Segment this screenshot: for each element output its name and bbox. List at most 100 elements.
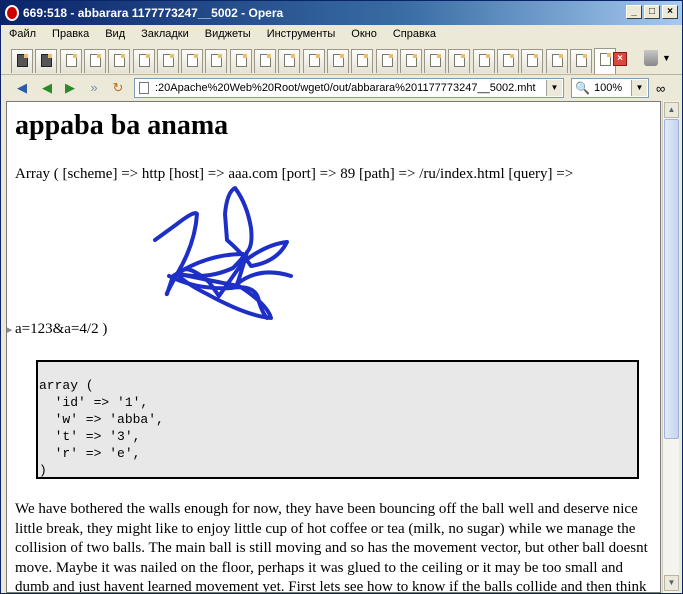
dropdown-icon[interactable]: ▼ [546,80,562,96]
menu-bookmarks[interactable]: Закладки [133,25,197,45]
menu-tools[interactable]: Инструменты [259,25,344,45]
tab[interactable] [570,49,592,73]
opera-logo-icon [5,5,19,21]
opera-window: 669:518 - abbarara 1177773247__5002 - Op… [0,0,683,594]
tab[interactable] [205,49,227,73]
tab[interactable] [400,49,422,73]
tab[interactable] [60,49,82,73]
tab-bar: × [1,45,682,75]
address-field[interactable]: :20Apache%20Web%20Root/wget0/out/abbarar… [134,78,564,98]
tab[interactable] [303,49,325,73]
menu-edit[interactable]: Правка [44,25,97,45]
page-icon [139,54,150,67]
menu-widgets[interactable]: Виджеты [197,25,259,45]
address-url[interactable]: :20Apache%20Web%20Root/wget0/out/abbarar… [155,82,537,94]
page-icon [357,54,368,67]
code-block: array ( 'id' => '1', 'w' => 'abba', 't' … [36,360,639,479]
zoom-value: 100% [594,82,623,94]
tab[interactable] [157,49,179,73]
page-icon [17,54,28,67]
menu-bar: Файл Правка Вид Закладки Виджеты Инструм… [1,25,682,45]
page-content: appaba ba anama Array ( [scheme] => http… [6,101,661,593]
tab[interactable] [473,49,495,73]
page-icon [260,54,271,67]
page-icon [187,54,198,67]
body-paragraph: We have bothered the walls enough for no… [15,501,648,593]
page-icon [333,54,344,67]
scroll-up-icon[interactable]: ▲ [664,102,679,118]
page-icon [284,54,295,67]
forward-icon[interactable]: ◀ [38,80,56,96]
scroll-thumb[interactable] [664,119,679,439]
tab[interactable] [35,49,57,73]
scribble-stroke [153,186,293,320]
zoom-icon: 🔍 [575,81,590,95]
tab[interactable] [521,49,543,73]
tab[interactable] [254,49,276,73]
code-line: ) [39,463,47,478]
vertical-scrollbar[interactable]: ▲ ▼ [662,101,679,593]
page-icon [139,82,149,94]
reload-icon[interactable]: ↻ [109,80,127,96]
dropdown-icon[interactable]: ▼ [631,80,647,96]
fast-forward-icon[interactable]: » [85,80,103,96]
page-icon [430,54,441,67]
page-icon [552,54,563,67]
tab[interactable] [351,49,373,73]
page-icon [454,54,465,67]
code-line: 't' => '3', [39,429,141,444]
tab[interactable] [546,49,568,73]
glasses-icon[interactable]: ∞ [656,81,665,96]
tab[interactable] [11,49,33,73]
page-icon [382,54,393,67]
page-icon [163,54,174,67]
close-icon[interactable]: × [662,5,678,19]
page-icon [41,54,52,67]
tab[interactable] [376,49,398,73]
tab[interactable] [108,49,130,73]
tab[interactable] [497,49,519,73]
page-icon [114,54,125,67]
scribble-image [153,186,293,320]
page-icon [406,54,417,67]
navigation-bar: ◀ ◀ ▶ » ↻ :20Apache%20Web%20Root/wget0/o… [1,75,682,101]
minimize-icon[interactable]: _ [626,5,642,19]
page-icon [90,54,101,67]
scroll-down-icon[interactable]: ▼ [664,575,679,591]
page-icon [309,54,320,67]
code-line: 'w' => 'abba', [39,412,164,427]
page-icon [527,54,538,67]
title-bar[interactable]: 669:518 - abbarara 1177773247__5002 - Op… [1,1,682,25]
page-icon [211,54,222,67]
trash-icon[interactable] [644,50,658,66]
page-title: appaba ba anama [15,110,229,141]
tab[interactable] [278,49,300,73]
code-line: array ( [39,378,94,393]
tab[interactable] [230,49,252,73]
back-icon[interactable]: ◀ [13,80,31,96]
tab[interactable] [133,49,155,73]
menu-view[interactable]: Вид [97,25,133,45]
tab[interactable] [327,49,349,73]
menu-file[interactable]: Файл [1,25,44,45]
tab[interactable] [84,49,106,73]
page-icon [600,53,611,66]
page-icon [576,54,587,67]
page-icon [479,54,490,67]
tab[interactable] [424,49,446,73]
window-title: 669:518 - abbarara 1177773247__5002 - Op… [23,6,284,20]
array-dump-line: Array ( [scheme] => http [host] => aaa.c… [15,166,574,182]
tab-close-icon[interactable]: × [613,52,627,66]
menu-help[interactable]: Справка [385,25,444,45]
chevron-down-icon[interactable]: ▼ [662,53,671,63]
array-dump-line-2: a=123&a=4/2 ) [15,321,108,337]
code-line: 'id' => '1', [39,395,149,410]
zoom-select[interactable]: 🔍 100% ▼ [571,78,649,98]
maximize-icon[interactable]: □ [644,5,660,19]
menu-window[interactable]: Окно [343,25,385,45]
forward-icon[interactable]: ▶ [61,80,79,96]
tab[interactable] [448,49,470,73]
code-line: 'r' => 'e', [39,446,141,461]
page-icon [236,54,247,67]
tab[interactable] [181,49,203,73]
